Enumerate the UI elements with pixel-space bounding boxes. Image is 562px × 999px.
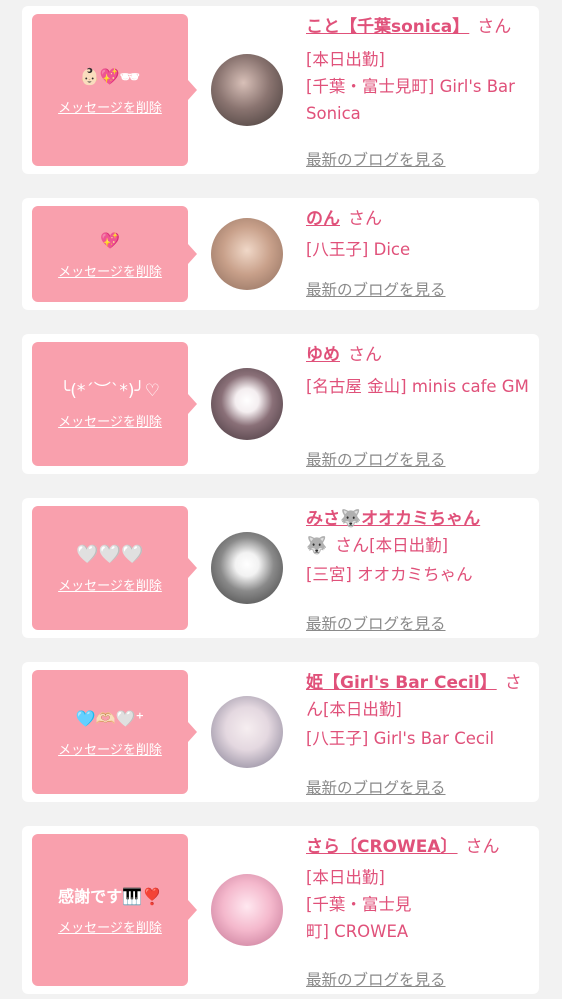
member-info: 姫【Girl's Bar Cecil】 さん[本日出勤] [八王子] Girl's… <box>306 670 534 797</box>
message-card: 🤍🤍🤍 メッセージを削除 みさ🐺オオカミちゃん 🐺 さん[本日出勤] [三宮] オ… <box>22 498 539 638</box>
message-bubble: ╰(*´︶`*)╯♡ メッセージを削除 <box>32 342 197 466</box>
delete-message-link[interactable]: メッセージを削除 <box>58 739 162 758</box>
honorific: さん <box>348 345 382 365</box>
latest-blog-link[interactable]: 最新のブログを見る <box>306 448 446 470</box>
message-card: 👶🏻💖🕶 メッセージを削除 こと【千葉sonica】 さん [本日出勤] [千葉・… <box>22 6 539 174</box>
avatar[interactable] <box>211 874 283 946</box>
member-info: さら〔CROWEA〕 さん [本日出勤] [千葉・富士見 町] CROWEA 最新… <box>306 834 534 989</box>
delete-message-link[interactable]: メッセージを削除 <box>58 97 162 116</box>
delete-message-link[interactable]: メッセージを削除 <box>58 917 162 936</box>
status-text: [本日出勤] <box>306 868 385 887</box>
message-bubble: 👶🏻💖🕶 メッセージを削除 <box>32 14 197 166</box>
message-bubble: 🤍🤍🤍 メッセージを削除 <box>32 506 197 630</box>
delete-message-link[interactable]: メッセージを削除 <box>58 411 162 430</box>
member-info: みさ🐺オオカミちゃん 🐺 さん[本日出勤] [三宮] オオカミちゃん 最新のブログ… <box>306 506 534 633</box>
message-text: 💖 <box>100 230 120 250</box>
status-text: [本日出勤] <box>369 536 449 555</box>
message-card: 感謝です🎹❣️ メッセージを削除 さら〔CROWEA〕 さん [本日出勤] [千葉… <box>22 826 539 994</box>
message-card: 🩵🫶🏻🤍⁺ メッセージを削除 姫【Girl's Bar Cecil】 さん[本日出… <box>22 662 539 802</box>
avatar[interactable] <box>211 218 283 290</box>
shop-text: [八王子] Girl's Bar Cecil <box>306 729 495 748</box>
latest-blog-link[interactable]: 最新のブログを見る <box>306 148 446 170</box>
delete-message-link[interactable]: メッセージを削除 <box>58 575 162 594</box>
shop-text: [千葉・富士見町] Girl's Bar Sonica <box>306 77 515 123</box>
message-bubble: 🩵🫶🏻🤍⁺ メッセージを削除 <box>32 670 197 794</box>
latest-blog-link[interactable]: 最新のブログを見る <box>306 776 446 798</box>
message-text: 感謝です🎹❣️ <box>58 886 162 906</box>
message-text: 👶🏻💖🕶 <box>79 66 141 86</box>
shop-text: [千葉・富士見 <box>306 895 412 914</box>
message-text: ╰(*´︶`*)╯♡ <box>60 380 160 401</box>
member-name-link[interactable]: さら〔CROWEA〕 <box>306 837 458 857</box>
honorific: さん <box>465 837 500 857</box>
status-text: [本日出勤] <box>323 700 402 719</box>
member-info: のん さん [八王子] Dice 最新のブログを見る <box>306 206 534 299</box>
status-text: [本日出勤] <box>306 50 385 69</box>
member-name-link[interactable]: みさ🐺オオカミちゃん <box>306 509 480 529</box>
shop-text: [八王子] Dice <box>306 240 411 259</box>
member-name-link[interactable]: こと【千葉sonica】 <box>306 17 469 37</box>
honorific: さん <box>348 209 382 229</box>
latest-blog-link[interactable]: 最新のブログを見る <box>306 968 446 990</box>
member-name-link[interactable]: のん <box>306 209 340 229</box>
avatar[interactable] <box>211 368 283 440</box>
shop-text: [三宮] オオカミちゃん <box>306 565 473 584</box>
honorific: さん <box>477 17 512 37</box>
message-text: 🤍🤍🤍 <box>76 543 144 565</box>
message-text: 🩵🫶🏻🤍⁺ <box>75 708 145 728</box>
honorific: さん <box>335 536 370 556</box>
member-info: こと【千葉sonica】 さん [本日出勤] [千葉・富士見町] Girl's B… <box>306 14 534 169</box>
shop-text: [名古屋 金山] minis cafe GM <box>306 377 529 396</box>
member-name-link[interactable]: 姫【Girl's Bar Cecil】 <box>306 673 497 693</box>
latest-blog-link[interactable]: 最新のブログを見る <box>306 278 446 300</box>
shop-text-cont: 町] CROWEA <box>306 922 409 941</box>
delete-message-link[interactable]: メッセージを削除 <box>58 261 162 280</box>
name-tail: 🐺 <box>306 536 328 556</box>
message-bubble: 感謝です🎹❣️ メッセージを削除 <box>32 834 197 986</box>
message-card: ╰(*´︶`*)╯♡ メッセージを削除 ゆめ さん [名古屋 金山] minis … <box>22 334 539 474</box>
avatar[interactable] <box>211 532 283 604</box>
message-card: 💖 メッセージを削除 のん さん [八王子] Dice 最新のブログを見る <box>22 198 539 310</box>
member-name-link[interactable]: ゆめ <box>306 345 340 365</box>
avatar[interactable] <box>211 696 283 768</box>
member-info: ゆめ さん [名古屋 金山] minis cafe GM 最新のブログを見る <box>306 342 534 469</box>
message-bubble: 💖 メッセージを削除 <box>32 206 197 302</box>
latest-blog-link[interactable]: 最新のブログを見る <box>306 612 446 634</box>
avatar[interactable] <box>211 54 283 126</box>
